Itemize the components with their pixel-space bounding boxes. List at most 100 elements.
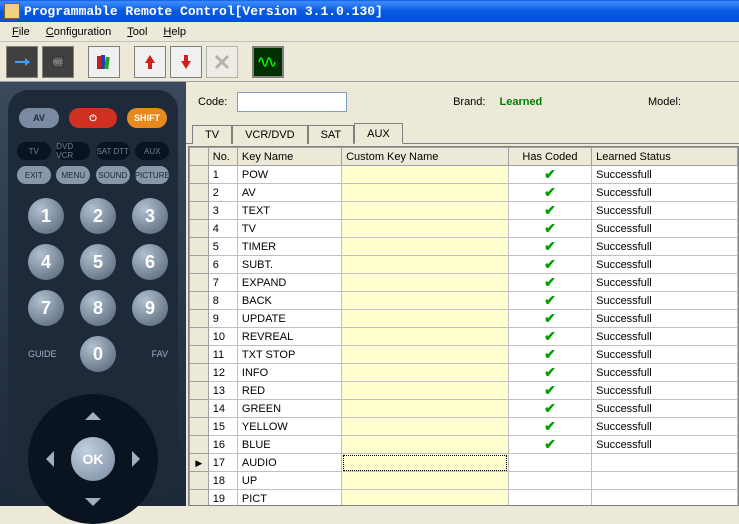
row-header-cell[interactable] xyxy=(190,346,209,364)
row-header-cell[interactable] xyxy=(190,256,209,274)
remote-down-button[interactable] xyxy=(85,498,101,514)
tab-tv[interactable]: TV xyxy=(192,125,232,144)
cell-custom[interactable] xyxy=(342,364,509,382)
cell-custom[interactable] xyxy=(342,382,509,400)
cell-status[interactable] xyxy=(592,490,738,507)
cell-coded[interactable]: ✔ xyxy=(508,256,591,274)
cell-keyname[interactable]: POW xyxy=(237,166,341,184)
toolbar-chip-button[interactable]: PRC xyxy=(42,46,74,78)
remote-sat-button[interactable]: SAT DTT xyxy=(96,142,130,160)
cell-no[interactable]: 8 xyxy=(208,292,237,310)
row-header-cell[interactable] xyxy=(190,472,209,490)
tab-aux[interactable]: AUX xyxy=(354,123,403,144)
cell-status[interactable]: Successfull xyxy=(592,256,738,274)
col-custom[interactable]: Custom Key Name xyxy=(342,148,509,166)
cell-keyname[interactable]: PICT xyxy=(237,490,341,507)
menu-configuration[interactable]: Configuration xyxy=(38,24,119,40)
cell-keyname[interactable]: AV xyxy=(237,184,341,202)
cell-custom[interactable] xyxy=(342,238,509,256)
cell-coded[interactable]: ✔ xyxy=(508,202,591,220)
cell-no[interactable]: 11 xyxy=(208,346,237,364)
cell-coded[interactable]: ✔ xyxy=(508,184,591,202)
table-row[interactable]: 18UP xyxy=(190,472,738,490)
remote-num-4[interactable]: 4 xyxy=(28,244,64,280)
cell-coded[interactable] xyxy=(508,454,591,472)
toolbar-down-button[interactable] xyxy=(170,46,202,78)
cell-status[interactable]: Successfull xyxy=(592,310,738,328)
cell-no[interactable]: 4 xyxy=(208,220,237,238)
cell-coded[interactable]: ✔ xyxy=(508,364,591,382)
cell-coded[interactable]: ✔ xyxy=(508,436,591,454)
cell-status[interactable]: Successfull xyxy=(592,400,738,418)
table-row[interactable]: 6SUBT. ✔Successfull xyxy=(190,256,738,274)
cell-keyname[interactable]: EXPAND xyxy=(237,274,341,292)
col-keyname[interactable]: Key Name xyxy=(237,148,341,166)
toolbar-delete-button[interactable] xyxy=(206,46,238,78)
cell-custom[interactable] xyxy=(342,472,509,490)
remote-num-0[interactable]: 0 xyxy=(80,336,116,372)
row-header-cell[interactable] xyxy=(190,328,209,346)
cell-keyname[interactable]: GREEN xyxy=(237,400,341,418)
cell-custom[interactable] xyxy=(342,274,509,292)
cell-keyname[interactable]: SUBT. xyxy=(237,256,341,274)
remote-num-8[interactable]: 8 xyxy=(80,290,116,326)
cell-status[interactable]: Successfull xyxy=(592,346,738,364)
key-table-wrap[interactable]: No. Key Name Custom Key Name Has Coded L… xyxy=(188,146,739,506)
toolbar-download-button[interactable] xyxy=(6,46,38,78)
cell-no[interactable]: 3 xyxy=(208,202,237,220)
cell-custom[interactable] xyxy=(342,328,509,346)
table-row[interactable]: 16BLUE ✔Successfull xyxy=(190,436,738,454)
cell-keyname[interactable]: BLUE xyxy=(237,436,341,454)
remote-right-button[interactable] xyxy=(132,451,148,467)
remote-aux-button[interactable]: AUX xyxy=(135,142,169,160)
remote-left-button[interactable] xyxy=(38,451,54,467)
remote-num-6[interactable]: 6 xyxy=(132,244,168,280)
code-input[interactable] xyxy=(237,92,347,112)
table-row[interactable]: 1POW✔Successfull xyxy=(190,166,738,184)
remote-num-1[interactable]: 1 xyxy=(28,198,64,234)
cell-keyname[interactable]: TXT STOP xyxy=(237,346,341,364)
cell-keyname[interactable]: AUDIO xyxy=(237,454,341,472)
cell-keyname[interactable]: TIMER xyxy=(237,238,341,256)
cell-status[interactable]: Successfull xyxy=(592,184,738,202)
row-header-cell[interactable] xyxy=(190,166,209,184)
cell-no[interactable]: 18 xyxy=(208,472,237,490)
remote-tv-button[interactable]: TV xyxy=(17,142,51,160)
cell-coded[interactable]: ✔ xyxy=(508,238,591,256)
toolbar-waveform-button[interactable] xyxy=(252,46,284,78)
remote-power-button[interactable]: ⏻ xyxy=(69,108,117,128)
remote-exit-button[interactable]: EXIT xyxy=(17,166,51,184)
table-row[interactable]: 15YELLOW✔Successfull xyxy=(190,418,738,436)
cell-status[interactable]: Successfull xyxy=(592,436,738,454)
tab-vcrdvd[interactable]: VCR/DVD xyxy=(232,125,308,144)
cell-no[interactable]: 16 xyxy=(208,436,237,454)
remote-num-9[interactable]: 9 xyxy=(132,290,168,326)
remote-ok-button[interactable]: OK xyxy=(71,437,115,481)
cell-no[interactable]: 6 xyxy=(208,256,237,274)
row-header-cell[interactable] xyxy=(190,418,209,436)
cell-coded[interactable]: ✔ xyxy=(508,418,591,436)
cell-custom[interactable] xyxy=(342,166,509,184)
row-header-cell[interactable] xyxy=(190,364,209,382)
table-row[interactable]: 11TXT STOP✔Successfull xyxy=(190,346,738,364)
table-row[interactable]: 5TIMER✔Successfull xyxy=(190,238,738,256)
cell-status[interactable]: Successfull xyxy=(592,418,738,436)
cell-status[interactable]: Successfull xyxy=(592,220,738,238)
cell-coded[interactable] xyxy=(508,490,591,507)
table-row[interactable]: 2AV✔Successfull xyxy=(190,184,738,202)
remote-num-5[interactable]: 5 xyxy=(80,244,116,280)
remote-num-7[interactable]: 7 xyxy=(28,290,64,326)
row-header-cell[interactable] xyxy=(190,202,209,220)
row-header-cell[interactable] xyxy=(190,238,209,256)
cell-no[interactable]: 10 xyxy=(208,328,237,346)
cell-no[interactable]: 15 xyxy=(208,418,237,436)
remote-picture-button[interactable]: PICTURE xyxy=(135,166,169,184)
table-row[interactable]: 9UPDATE✔Successfull xyxy=(190,310,738,328)
menu-file[interactable]: File xyxy=(4,24,38,40)
cell-coded[interactable]: ✔ xyxy=(508,292,591,310)
table-row[interactable]: 13RED✔Successfull xyxy=(190,382,738,400)
cell-status[interactable]: Successfull xyxy=(592,238,738,256)
remote-num-2[interactable]: 2 xyxy=(80,198,116,234)
cell-keyname[interactable]: UP xyxy=(237,472,341,490)
cell-keyname[interactable]: INFO xyxy=(237,364,341,382)
